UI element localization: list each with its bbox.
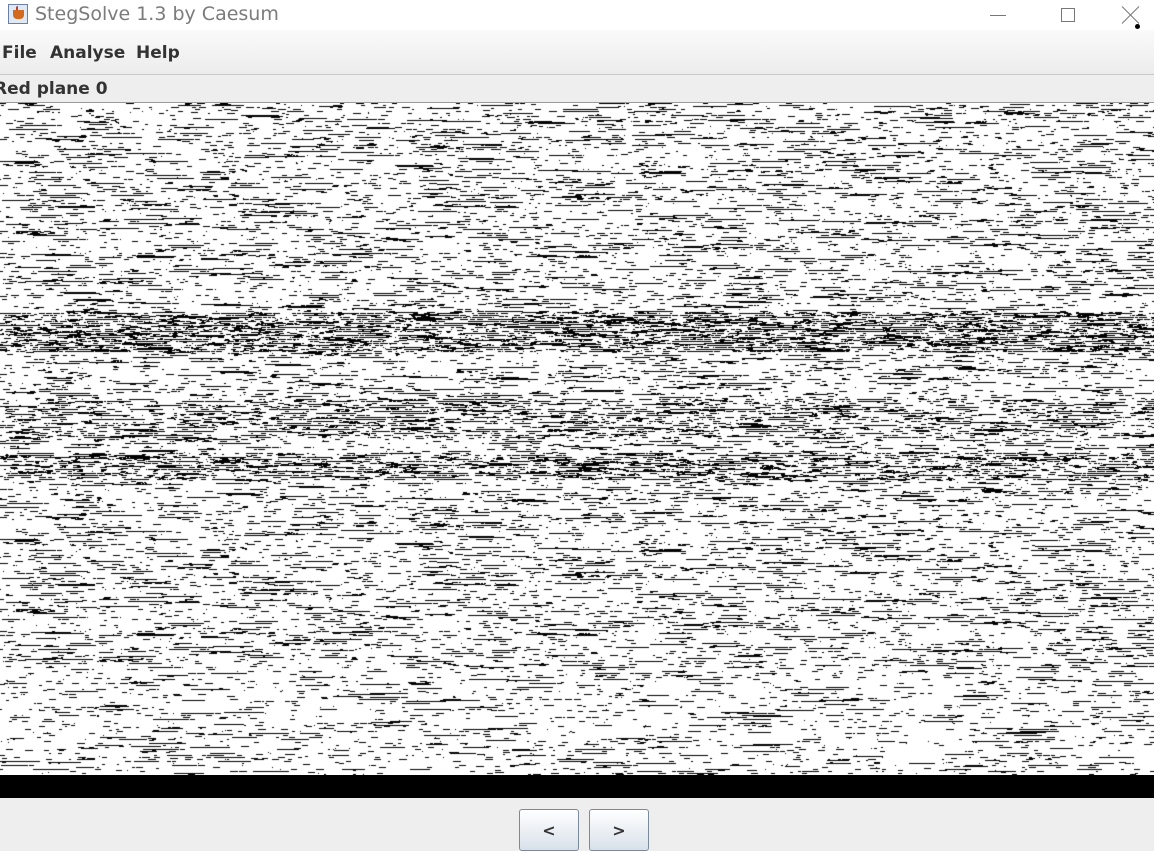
minimize-icon <box>990 14 1006 16</box>
bit-plane-image <box>0 103 1154 775</box>
menu-divider <box>0 74 1154 75</box>
menu-help[interactable]: Help <box>136 43 180 63</box>
maximize-button[interactable] <box>1038 0 1098 30</box>
maximize-icon <box>1061 8 1075 22</box>
image-viewport <box>0 103 1154 798</box>
close-icon <box>1122 6 1140 24</box>
next-plane-button[interactable]: > <box>589 809 649 851</box>
menu-bar: File Analyse Help <box>0 30 1154 74</box>
menu-analyse[interactable]: Analyse <box>50 43 125 63</box>
java-cup-icon <box>8 4 28 24</box>
plane-label: Red plane 0 <box>0 79 108 99</box>
minimize-button[interactable] <box>968 0 1028 30</box>
close-button[interactable] <box>1108 0 1154 30</box>
cursor-dot <box>1135 24 1140 29</box>
previous-plane-button[interactable]: < <box>519 809 579 851</box>
menu-file[interactable]: File <box>2 43 37 63</box>
title-bar: StegSolve 1.3 by Caesum <box>0 0 1154 30</box>
window-title: StegSolve 1.3 by Caesum <box>35 3 279 25</box>
